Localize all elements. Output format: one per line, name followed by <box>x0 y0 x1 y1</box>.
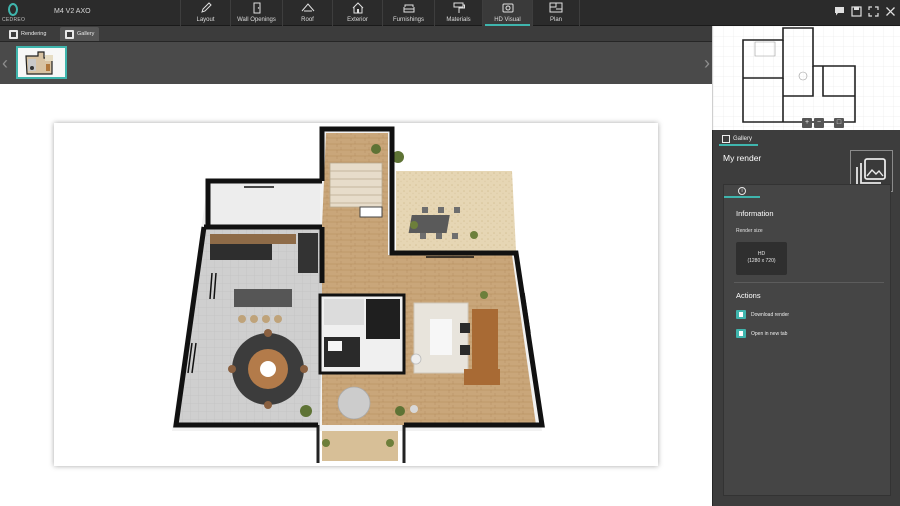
render-info-card: i Information Render size HD (1280 x 720… <box>723 184 891 496</box>
fit-view-icon[interactable]: □ <box>834 118 844 128</box>
main-tabs: Layout Wall Openings Roof Exterior Furni… <box>180 0 580 26</box>
tab-wall-openings[interactable]: Wall Openings <box>230 0 282 26</box>
minimap[interactable] <box>712 26 900 130</box>
house-icon <box>352 2 363 14</box>
download-label: Download render <box>751 311 790 318</box>
actions-title: Actions <box>736 291 761 300</box>
floorplan-thumbnail-image <box>18 48 65 77</box>
render-preview <box>54 123 658 466</box>
information-title: Information <box>736 209 774 218</box>
panel-tab-label: Gallery <box>733 135 753 142</box>
tab-label: HD Visual <box>494 17 521 23</box>
minimap-controls: + − □ <box>802 118 844 130</box>
project-name: M4 V2 AXO <box>54 8 91 15</box>
sofa-icon <box>403 4 414 13</box>
minimap-plan-image <box>713 26 900 130</box>
close-icon[interactable] <box>885 6 896 17</box>
tab-exterior[interactable]: Exterior <box>332 0 382 26</box>
tab-label: Furnishings <box>392 17 424 23</box>
tab-gallery[interactable]: Gallery <box>60 27 100 41</box>
gallery-label: Gallery <box>77 31 95 37</box>
zoom-out-icon[interactable]: − <box>814 118 824 128</box>
tab-label: Materials <box>446 17 471 23</box>
download-icon <box>736 310 746 319</box>
tab-materials[interactable]: Materials <box>434 0 482 26</box>
paint-roller-icon <box>453 2 465 13</box>
chevron-right-icon[interactable]: › <box>700 51 710 75</box>
tab-roof[interactable]: Roof <box>282 0 332 26</box>
tab-label: Layout <box>196 17 215 23</box>
tab-rendering[interactable]: Rendering <box>4 27 51 41</box>
top-toolbar: CEDREO M4 V2 AXO Layout Wall Openings Ro… <box>0 0 900 26</box>
tab-hd-visual[interactable]: HD Visual <box>482 0 532 26</box>
render-size-badge: HD (1280 x 720) <box>736 242 787 275</box>
info-tab[interactable]: i <box>724 185 760 198</box>
tab-layout[interactable]: Layout <box>180 0 230 26</box>
logo-text: CEDREO <box>2 17 26 23</box>
tab-label: Wall Openings <box>237 17 276 23</box>
panel-title: My render <box>723 153 762 163</box>
gallery-tab-icon <box>722 134 730 143</box>
logo: CEDREO <box>2 2 26 24</box>
save-icon[interactable] <box>851 6 862 17</box>
sub-toolbar: Rendering Gallery <box>0 26 712 42</box>
door-icon <box>253 2 260 14</box>
chat-icon[interactable] <box>834 6 845 17</box>
tab-label: Exterior <box>347 17 368 23</box>
app-window: CEDREO M4 V2 AXO Layout Wall Openings Ro… <box>0 0 900 506</box>
thumbnail-strip: ‹ › <box>0 42 712 84</box>
floorplan-3d-render-image <box>172 126 545 463</box>
render-size-dims: (1280 x 720) <box>747 258 776 264</box>
rendering-label: Rendering <box>21 31 47 37</box>
fullscreen-icon[interactable] <box>868 6 879 17</box>
camera-icon <box>502 3 513 13</box>
tab-label: Plan <box>549 17 562 23</box>
gallery-icon <box>65 29 74 39</box>
open-new-tab-button[interactable]: Open in new tab <box>736 329 787 338</box>
chevron-left-icon[interactable]: ‹ <box>2 51 12 75</box>
newtab-label: Open in new tab <box>751 330 788 337</box>
roof-icon <box>301 3 314 12</box>
tab-label: Roof <box>301 17 314 23</box>
gallery-panel: Gallery My render i Information Render s… <box>712 130 900 506</box>
render-viewport <box>0 84 712 506</box>
plan-icon <box>549 2 563 13</box>
tab-furnishings[interactable]: Furnishings <box>382 0 434 26</box>
window-controls <box>834 6 896 17</box>
render-thumbnail[interactable] <box>16 46 67 79</box>
panel-tab-gallery[interactable]: Gallery <box>719 133 759 146</box>
download-render-button[interactable]: Download render <box>736 310 789 319</box>
logo-mark-icon <box>8 3 18 16</box>
external-link-icon <box>736 329 746 338</box>
info-icon: i <box>738 186 746 195</box>
zoom-in-icon[interactable]: + <box>802 118 812 128</box>
tab-plan[interactable]: Plan <box>532 0 580 26</box>
render-size-label: Render size <box>736 228 763 234</box>
render-size-value: HD <box>757 251 766 257</box>
divider <box>734 282 884 283</box>
pencil-icon <box>200 2 212 13</box>
rendering-icon <box>9 29 18 39</box>
